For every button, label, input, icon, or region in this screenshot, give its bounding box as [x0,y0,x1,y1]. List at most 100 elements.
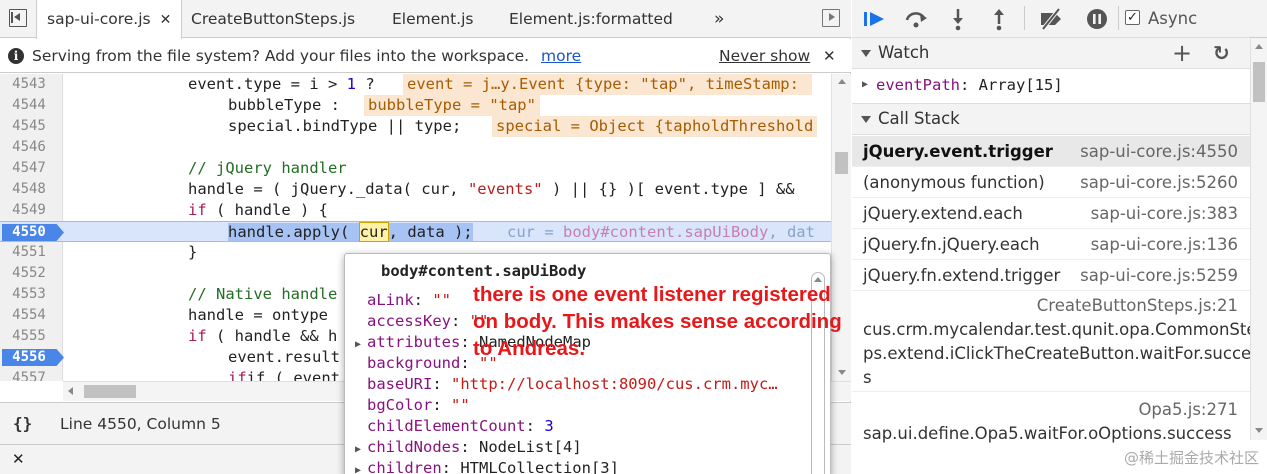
line-number[interactable]: 4546 [0,137,58,158]
scroll-up-icon[interactable] [838,79,846,84]
step-over-icon[interactable] [903,7,929,31]
tab-sap-ui-core[interactable]: sap-ui-core.js ✕ [36,0,183,39]
close-tab-icon[interactable]: ✕ [160,12,172,28]
step-out-icon[interactable] [986,7,1012,31]
line-number[interactable]: 4550 [0,222,58,243]
refresh-watch-icon[interactable]: ↻ [1213,38,1230,68]
scrollbar-thumb[interactable] [84,385,136,398]
step-into-icon[interactable] [945,7,971,31]
cursor-position: Line 4550, Column 5 [60,415,221,433]
scroll-down-icon[interactable] [1255,428,1263,433]
tab-label: Element.js [392,10,474,28]
line-number[interactable]: 4543 [0,74,58,95]
code-text: bubbleType : [228,96,340,114]
add-watch-icon[interactable]: + [1172,38,1192,68]
scroll-up-icon[interactable] [814,277,822,282]
line-number[interactable]: 4551 [0,242,58,263]
deactivate-breakpoints-icon[interactable] [1038,7,1064,31]
annotation-line-1: there is one event listener registered [473,283,831,306]
property-value: 3 [544,417,554,435]
call-frame[interactable]: (anonymous function) sap-ui-core.js:5260 [852,167,1250,198]
call-stack-title: Call Stack [878,109,960,128]
call-frame[interactable]: jQuery.extend.each sap-ui-core.js:383 [852,198,1250,229]
scrollbar-thumb[interactable] [835,152,848,174]
tab-element-js[interactable]: Element.js [392,0,473,38]
call-stack-section-header[interactable]: Call Stack [852,103,1250,135]
line-number[interactable]: 4557 [0,368,58,381]
frame-location: sap-ui-core.js:4550 [1080,142,1238,161]
current-execution-line: 4550 handle.apply( cur, data ); cur = bo… [0,221,831,242]
line-number[interactable]: 4545 [0,116,58,137]
property-key: background [367,354,461,372]
line-number[interactable]: 4544 [0,95,58,116]
scroll-left-icon[interactable] [68,387,73,395]
toolbar-separator [1118,6,1119,30]
line-number[interactable]: 4553 [0,284,58,305]
never-show-link[interactable]: Never show [719,39,810,73]
line-number[interactable]: 4549 [0,200,58,221]
line-number[interactable]: 4554 [0,305,58,326]
property-row: baseURI: "http://localhost:8090/cus.crm.… [367,375,778,393]
pretty-print-button[interactable]: {} [13,403,32,445]
code-text: event.type = i > 1 ? [188,75,375,93]
pause-on-exceptions-icon[interactable] [1084,7,1110,31]
property-row: bgColor: "" [367,396,470,414]
collapse-triangle-icon [861,116,871,123]
frame-location: sap-ui-core.js:5260 [1080,173,1238,192]
frame-function: (anonymous function) [863,173,1045,192]
frame-function: cus.crm.mycalendar.test.qunit.opa.Common… [863,320,1257,339]
watch-expression: eventPath: Array[15] [876,76,1063,94]
inline-value: bubbleType = "tap" [364,95,540,116]
watermark: @稀土掘金技术社区 [1123,449,1259,467]
property-row[interactable]: ▶ childNodes: NodeList[4] [355,437,582,458]
inline-value: event = j…y.Event {type: "tap", timeStam… [403,74,813,95]
toggle-navigator-icon[interactable] [9,9,27,27]
call-frame[interactable]: Opa5.js:271 sap.ui.define.Opa5.waitFor.o… [852,394,1250,444]
frame-function: jQuery.fn.jQuery.each [863,235,1040,254]
tab-create-button-steps[interactable]: CreateButtonSteps.js [191,0,355,38]
scroll-up-icon[interactable] [1255,44,1263,49]
watch-item[interactable]: ▶ eventPath: Array[15] [852,70,1250,100]
hovered-token: cur [358,222,389,242]
code-line: 4545 special.bindType || type; special =… [0,116,831,137]
expand-triangle-icon[interactable]: ▶ [355,334,367,355]
infobar-more-link[interactable]: more [541,39,581,73]
async-checkbox[interactable]: ✓ [1125,10,1140,25]
info-icon: i [8,48,24,64]
close-drawer-icon[interactable]: ✕ [12,450,25,468]
more-tabs-button[interactable]: » [714,0,724,38]
line-number[interactable]: 4556 [0,347,58,368]
code-comment: // Native handle [188,285,338,303]
annotation-line-3: to Andreas. [473,337,586,360]
resume-icon[interactable] [862,7,888,31]
line-number[interactable]: 4548 [0,179,58,200]
async-label: Async [1148,9,1198,28]
collapse-triangle-icon [861,50,871,57]
code-line: 4546 [0,137,831,158]
call-frame[interactable]: jQuery.fn.extend.trigger sap-ui-core.js:5… [852,260,1250,291]
toggle-debugger-icon[interactable] [822,9,840,27]
code-vertical-scrollbar[interactable] [831,74,851,381]
sidebar-scrollbar[interactable] [1250,38,1267,440]
call-frame[interactable]: jQuery.fn.jQuery.each sap-ui-core.js:136 [852,229,1250,260]
property-value: "" [432,291,452,309]
line-number[interactable]: 4547 [0,158,58,179]
scroll-down-icon[interactable] [838,370,846,375]
call-frame[interactable]: CreateButtonSteps.js:21 cus.crm.mycalend… [852,292,1260,392]
property-value: NodeList[4] [479,438,582,456]
infobar-close-icon[interactable]: ✕ [823,39,836,73]
property-value: "" [451,396,470,414]
line-number[interactable]: 4555 [0,326,58,347]
watch-section-header[interactable]: Watch + ↻ [852,37,1250,69]
call-frame-selected[interactable]: jQuery.event.trigger sap-ui-core.js:4550 [852,136,1250,167]
property-row[interactable]: ▶ children: HTMLCollection[3] [355,458,619,474]
line-number[interactable]: 4552 [0,263,58,284]
property-key: bgColor [367,396,433,414]
frame-location: CreateButtonSteps.js:21 [1036,296,1238,315]
expand-triangle-icon[interactable]: ▶ [355,439,367,460]
scrollbar-thumb[interactable] [1253,62,1265,102]
tab-element-js-formatted[interactable]: Element.js:formatted [509,0,673,38]
expand-triangle-icon[interactable]: ▶ [862,70,868,100]
code-line: 4548 handle = ( jQuery._data( cur, "even… [0,179,831,200]
expand-triangle-icon[interactable]: ▶ [355,460,367,474]
